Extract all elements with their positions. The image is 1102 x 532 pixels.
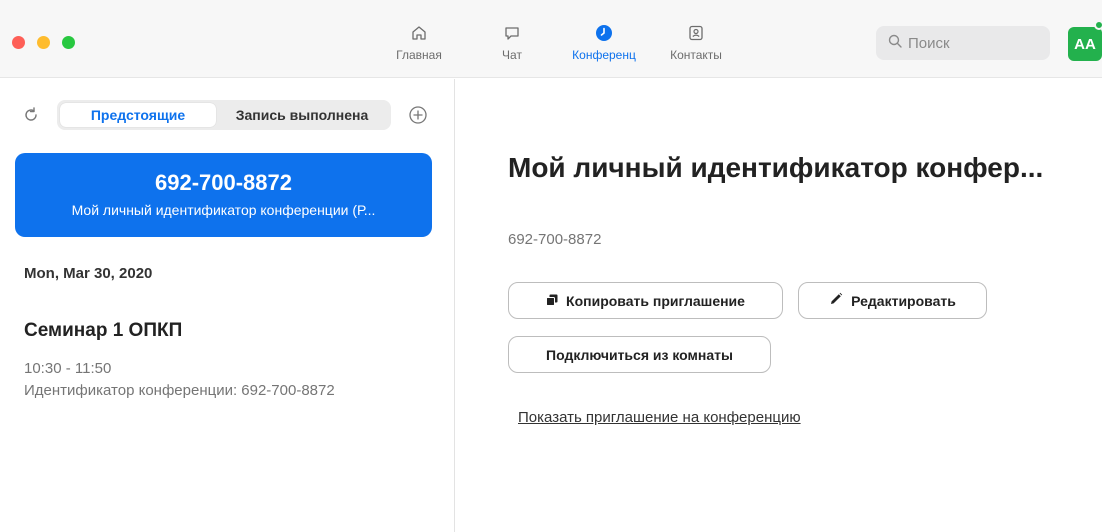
contacts-icon — [685, 22, 707, 44]
home-icon — [408, 22, 430, 44]
segment-upcoming[interactable]: Предстоящие — [60, 103, 216, 127]
edit-button[interactable]: Редактировать — [798, 282, 987, 319]
refresh-icon[interactable] — [22, 106, 40, 124]
meeting-title[interactable]: Семинар 1 ОПКП — [24, 320, 182, 342]
detail-title: Мой личный идентификатор конфер... — [508, 152, 1044, 183]
join-from-room-button[interactable]: Подключиться из комнаты — [508, 336, 771, 373]
edit-label: Редактировать — [851, 292, 956, 309]
tab-contacts[interactable]: Контакты — [660, 22, 732, 72]
meeting-id: Идентификатор конференции: 692-700-8872 — [24, 382, 335, 399]
meetings-sidebar: Предстоящие Запись выполнена 692-700-887… — [0, 79, 455, 532]
meetings-segmented-control: Предстоящие Запись выполнена — [57, 100, 391, 130]
maximize-window-button[interactable] — [62, 36, 75, 49]
date-heading: Mon, Mar 30, 2020 — [24, 265, 153, 282]
detail-meeting-id: 692-700-8872 — [508, 231, 602, 248]
tab-meetings[interactable]: Конференц — [563, 22, 645, 72]
tab-home[interactable]: Главная — [390, 22, 448, 72]
search-input[interactable] — [908, 34, 1038, 52]
avatar[interactable]: AA — [1068, 27, 1102, 61]
title-bar: Главная Чат Конференц Контакты AA — [0, 0, 1102, 78]
tab-chat-label: Чат — [502, 48, 522, 62]
pencil-icon — [829, 292, 851, 309]
presence-status-dot — [1094, 20, 1102, 30]
close-window-button[interactable] — [12, 36, 25, 49]
tab-meetings-label: Конференц — [572, 48, 636, 62]
copy-invitation-label: Копировать приглашение — [566, 292, 745, 309]
tab-contacts-label: Контакты — [670, 48, 722, 62]
chat-icon — [501, 22, 523, 44]
minimize-window-button[interactable] — [37, 36, 50, 49]
show-invitation-link[interactable]: Показать приглашение на конференцию — [518, 409, 801, 426]
add-meeting-icon[interactable] — [408, 105, 428, 125]
meeting-time: 10:30 - 11:50 — [24, 360, 112, 377]
copy-icon — [546, 293, 566, 309]
segment-recorded[interactable]: Запись выполнена — [216, 103, 388, 127]
tab-home-label: Главная — [396, 48, 442, 62]
pmi-title: Мой личный идентификатор конференции (Р.… — [71, 202, 376, 218]
pmi-number: 692-700-8872 — [154, 170, 292, 195]
search-icon — [888, 34, 902, 53]
pmi-meeting-card[interactable]: 692-700-8872 Мой личный идентификатор ко… — [15, 153, 432, 237]
copy-invitation-button[interactable]: Копировать приглашение — [508, 282, 783, 319]
search-box[interactable] — [876, 26, 1050, 60]
tab-chat[interactable]: Чат — [492, 22, 532, 72]
clock-icon — [593, 22, 615, 44]
join-from-room-label: Подключиться из комнаты — [546, 346, 733, 363]
